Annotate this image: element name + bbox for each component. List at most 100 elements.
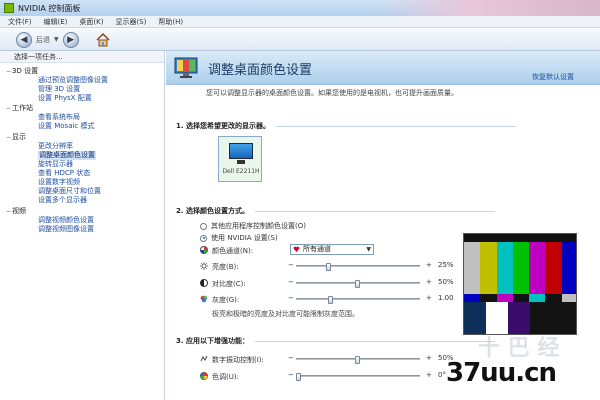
- contrast-row: 对比度(C): − + 50%: [200, 278, 460, 288]
- tree-item-image-settings-preview[interactable]: 通过预览调整图像设置: [38, 76, 108, 85]
- hue-row: 色调(U): − + 0°: [200, 371, 460, 381]
- tree-category-video[interactable]: −视频: [6, 207, 26, 216]
- tree-item-change-resolution[interactable]: 更改分辨率: [38, 142, 73, 151]
- pattern-bar-0: [464, 242, 481, 294]
- menu-help[interactable]: 帮助(H): [158, 17, 183, 27]
- home-button[interactable]: [95, 32, 111, 48]
- restore-defaults-link[interactable]: 恢复默认设置: [532, 72, 574, 82]
- forward-button[interactable]: ▶: [62, 31, 79, 48]
- tree-item-multiple-displays[interactable]: 设置多个显示器: [38, 196, 87, 205]
- vibrance-decrease[interactable]: −: [288, 354, 294, 362]
- radio-use-nvidia[interactable]: 使用 NVIDIA 设置(S): [200, 233, 278, 243]
- menu-desktop[interactable]: 桌面(K): [79, 17, 103, 27]
- title-bar: NVIDIA 控制面板: [0, 0, 600, 16]
- brightness-slider-track[interactable]: [296, 263, 420, 271]
- contrast-slider-thumb[interactable]: [355, 280, 360, 288]
- back-button[interactable]: ◀: [16, 31, 32, 48]
- nvidia-logo-icon: [4, 3, 14, 13]
- back-dropdown-icon[interactable]: ▼: [54, 36, 59, 43]
- tree-item-mosaic-mode[interactable]: 设置 Mosaic 模式: [38, 122, 95, 131]
- brightness-slider-thumb[interactable]: [325, 263, 331, 271]
- pattern-bar-3: [512, 242, 530, 294]
- gamma-value: 1.00: [438, 294, 454, 302]
- radio-button-selected[interactable]: [200, 234, 207, 242]
- display-selector-dell[interactable]: Dell E2211H: [218, 136, 262, 182]
- monitor-stand: [237, 160, 245, 164]
- radio-other-apps[interactable]: 其他应用程序控制颜色设置(O): [200, 221, 306, 231]
- page-title: 调整桌面颜色设置: [208, 63, 313, 78]
- pattern-midbar-4: [529, 294, 546, 302]
- menu-bar: 文件(F) 编辑(E) 桌面(K) 显示器(S) 帮助(H): [0, 16, 600, 28]
- menu-edit[interactable]: 编辑(E): [44, 17, 68, 27]
- pattern-bar-6: [561, 242, 576, 294]
- hue-slider-thumb[interactable]: [296, 373, 301, 381]
- menu-display[interactable]: 显示器(S): [115, 17, 146, 27]
- gamma-decrease[interactable]: −: [288, 294, 294, 302]
- tree-item-manage-3d-settings[interactable]: 管理 3D 设置: [38, 85, 80, 94]
- home-icon: [96, 32, 110, 46]
- forward-arrow-icon: ▶: [67, 34, 75, 45]
- brightness-decrease[interactable]: −: [288, 261, 294, 269]
- tree-item-desktop-color-settings[interactable]: 调整桌面颜色设置: [38, 151, 96, 160]
- tree-category-label: 3D 设置: [12, 67, 39, 75]
- color-channel-select[interactable]: 所有通道 ▼: [290, 244, 374, 255]
- contrast-slider-track[interactable]: [296, 280, 420, 288]
- section-color-method: 2. 选择颜色设置方式。: [176, 206, 495, 216]
- all-channels-icon: [293, 246, 300, 253]
- tree-item-video-image-settings[interactable]: 调整视频图像设置: [38, 225, 94, 234]
- contrast-decrease[interactable]: −: [288, 278, 294, 286]
- gamma-label: 灰度(G):: [212, 296, 240, 304]
- contrast-icon: [200, 279, 208, 287]
- pattern-midbar-0: [464, 294, 481, 302]
- hue-increase[interactable]: +: [426, 371, 432, 379]
- menu-file[interactable]: 文件(F): [8, 17, 32, 27]
- monitor-icon: [229, 143, 253, 159]
- desktop-color-icon: [174, 57, 198, 78]
- contrast-increase[interactable]: +: [426, 278, 432, 286]
- gamma-slider-thumb[interactable]: [327, 296, 333, 304]
- tree-item-system-topology[interactable]: 查看系统布局: [38, 113, 80, 122]
- section-heading: 3. 应用以下增强功能：: [176, 337, 249, 345]
- color-channel-icon: [200, 246, 208, 254]
- tree-category-workstation[interactable]: −工作站: [6, 104, 33, 113]
- sidebar-heading: 选择一项任务...: [0, 51, 164, 63]
- color-test-pattern: [463, 233, 577, 335]
- tree-category-label: 视频: [12, 207, 26, 215]
- hue-value: 0°: [438, 371, 446, 379]
- vibrance-row: 数字振动控制(I): − + 50%: [200, 354, 460, 364]
- tree-item-desktop-size-position[interactable]: 调整桌面尺寸和位置: [38, 187, 101, 196]
- tree-category-label: 显示: [12, 133, 26, 141]
- pattern-bar-5: [545, 242, 562, 294]
- page-banner: 调整桌面颜色设置 恢复默认设置: [166, 51, 600, 85]
- brightness-increase[interactable]: +: [426, 261, 432, 269]
- gamma-row: 灰度(G): − + 1.00: [200, 294, 460, 304]
- section-enhancements: 3. 应用以下增强功能：: [176, 336, 495, 346]
- contrast-label: 对比度(C):: [212, 280, 246, 288]
- tree-category-label: 工作站: [12, 104, 33, 112]
- task-tree-sidebar: 选择一项任务... −3D 设置 通过预览调整图像设置 管理 3D 设置 设置 …: [0, 51, 165, 400]
- tree-item-digital-video[interactable]: 设置数字视频: [38, 178, 80, 187]
- tree-item-rotate-display[interactable]: 旋转显示器: [38, 160, 73, 169]
- tree-category-display[interactable]: −显示: [6, 133, 26, 142]
- section-divider: [254, 210, 495, 212]
- back-arrow-icon: ◀: [20, 34, 28, 45]
- hue-decrease[interactable]: −: [288, 371, 294, 379]
- gamma-slider-track[interactable]: [296, 296, 420, 304]
- vibrance-increase[interactable]: +: [426, 354, 432, 362]
- radio-button[interactable]: [200, 222, 207, 230]
- pattern-midbar-3: [512, 294, 530, 302]
- tree-category-3d-settings[interactable]: −3D 设置: [6, 67, 38, 76]
- pattern-midbar-6: [561, 294, 576, 302]
- pattern-midbar-2: [496, 294, 513, 302]
- tree-item-video-color-settings[interactable]: 调整视频颜色设置: [38, 216, 94, 225]
- navigation-toolbar: ◀ 后退 ▼ ▶: [0, 29, 600, 51]
- tree-item-hdcp-status[interactable]: 查看 HDCP 状态: [38, 169, 90, 178]
- gamma-increase[interactable]: +: [426, 294, 432, 302]
- vibrance-slider-thumb[interactable]: [355, 356, 360, 364]
- chevron-down-icon[interactable]: ▼: [366, 245, 371, 254]
- page-description: 您可以调整显示器的桌面颜色设置。如果您使用的是电视机，也可提升画面质量。: [206, 89, 458, 97]
- vibrance-slider-track[interactable]: [296, 356, 420, 364]
- hue-slider-track[interactable]: [296, 373, 420, 381]
- vibrance-icon: [200, 355, 208, 362]
- tree-item-physx-config[interactable]: 设置 PhysX 配置: [38, 94, 92, 103]
